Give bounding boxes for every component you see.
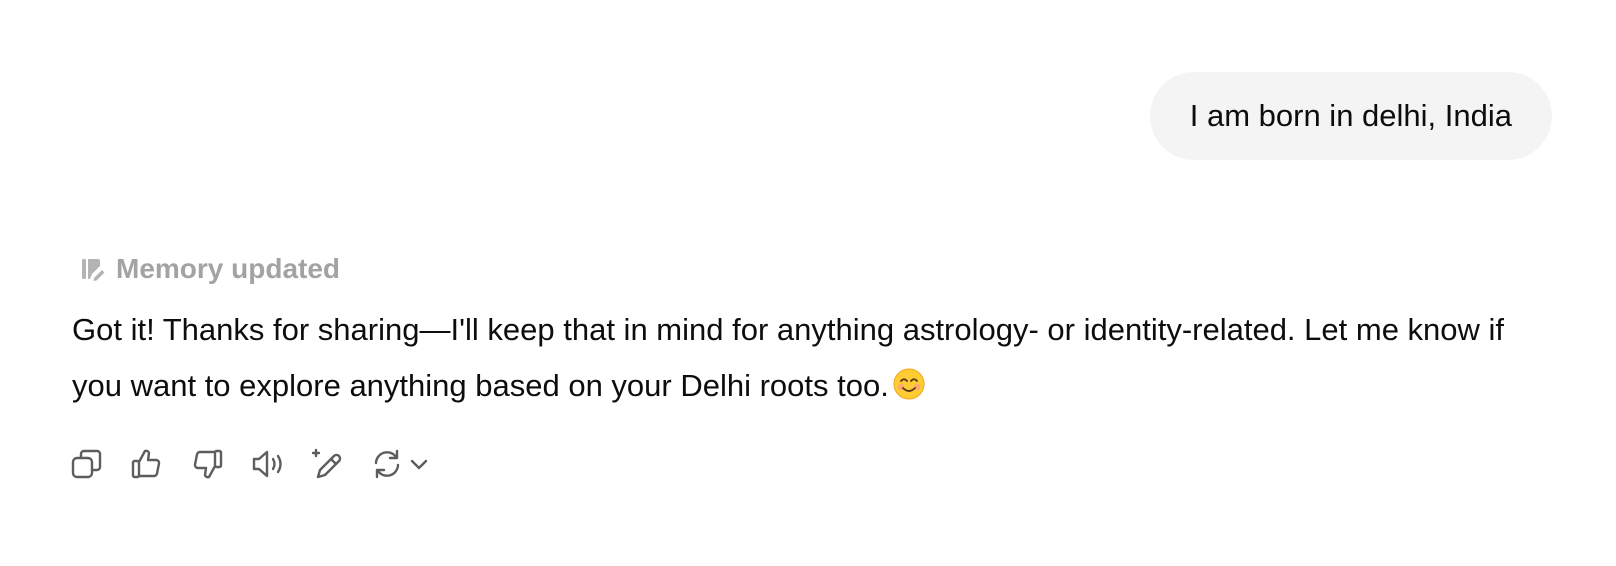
- edit-sparkle-icon: [310, 447, 344, 481]
- copy-button[interactable]: [70, 442, 130, 486]
- user-message-text: I am born in delhi, India: [1189, 98, 1512, 133]
- edit-in-canvas-button[interactable]: [310, 442, 370, 486]
- user-message-bubble: I am born in delhi, India: [1149, 72, 1552, 160]
- assistant-reply: Got it! Thanks for sharing—I'll keep tha…: [72, 302, 1552, 418]
- copy-icon: [70, 447, 104, 481]
- memory-pencil-icon: [80, 256, 106, 282]
- read-aloud-button[interactable]: [250, 442, 310, 486]
- read-aloud-icon: [250, 447, 288, 481]
- memory-updated-label: Memory updated: [116, 253, 341, 284]
- regenerate-icon: [370, 447, 404, 481]
- thumbs-up-button[interactable]: [130, 442, 190, 486]
- thumbs-up-icon: [130, 447, 164, 481]
- regenerate-button[interactable]: [370, 442, 440, 486]
- message-actions-toolbar: [70, 442, 440, 486]
- thumbs-down-icon: [190, 447, 224, 481]
- assistant-reply-text: Got it! Thanks for sharing—I'll keep tha…: [72, 312, 1505, 403]
- smiling-face-emoji: [893, 362, 925, 418]
- thumbs-down-button[interactable]: [190, 442, 250, 486]
- chevron-down-icon: [408, 453, 430, 475]
- memory-updated-indicator[interactable]: Memory updated: [80, 250, 340, 288]
